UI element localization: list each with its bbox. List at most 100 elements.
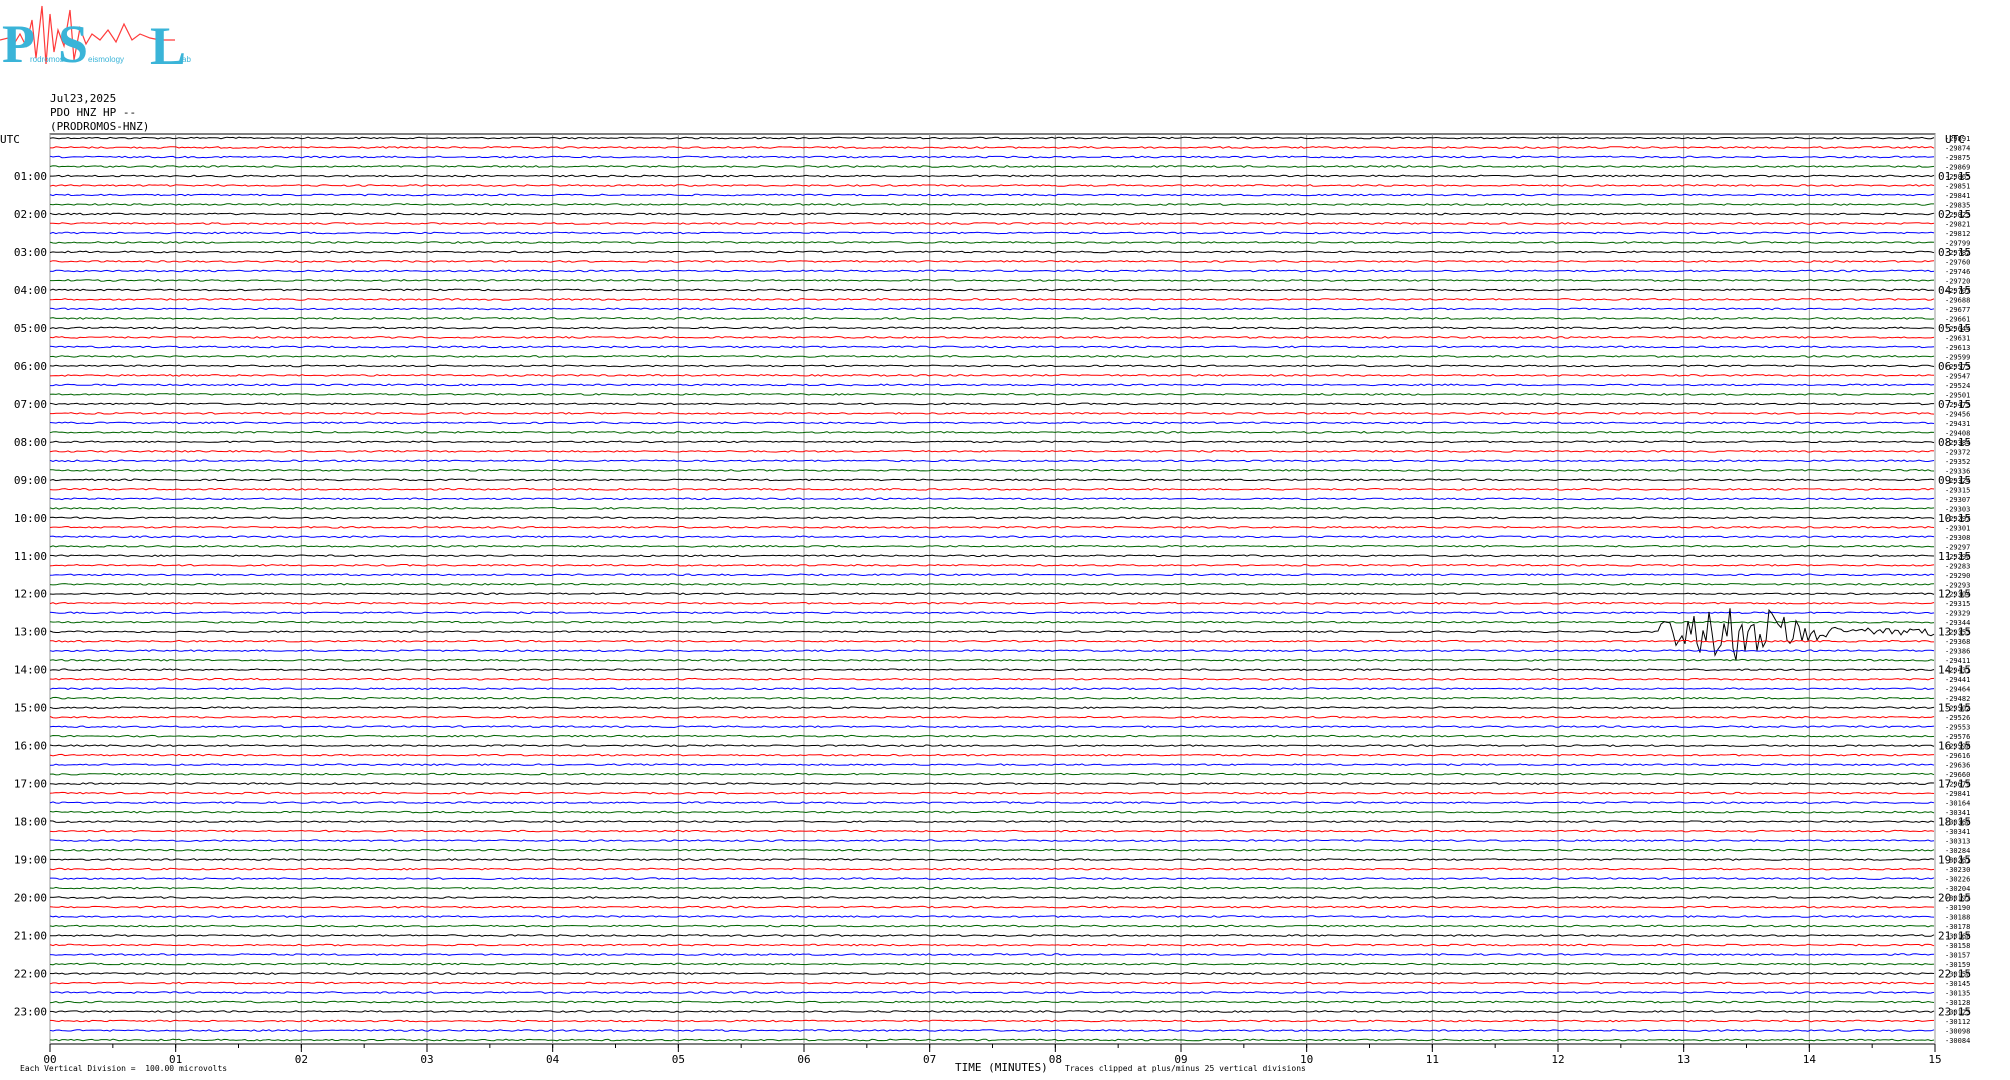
trace-line xyxy=(49,402,1934,406)
trace-line xyxy=(49,1029,1935,1032)
x-tick-label: 07 xyxy=(923,1053,936,1066)
right-hour-label: 10:15 xyxy=(1938,512,1971,525)
trace-line xyxy=(49,459,1935,463)
trace-offset-label: -30135 xyxy=(1945,990,1970,998)
x-tick-label: 12 xyxy=(1551,1053,1564,1066)
trace-offset-label: -30226 xyxy=(1945,876,1970,884)
left-hour-label: 13:00 xyxy=(14,626,47,639)
left-hour-label: 12:00 xyxy=(14,588,47,601)
trace-line xyxy=(49,136,1935,140)
trace-line xyxy=(49,991,1935,994)
trace-offset-label: -30341 xyxy=(1945,828,1970,836)
trace-offset-label: -30112 xyxy=(1945,1018,1970,1026)
x-tick-label: 13 xyxy=(1677,1053,1690,1066)
trace-offset-label: -29524 xyxy=(1945,382,1970,390)
right-hour-label: 09:15 xyxy=(1938,474,1971,487)
trace-offset-label: -29456 xyxy=(1945,410,1970,418)
trace-line xyxy=(49,1010,1935,1013)
trace-line xyxy=(50,279,1935,282)
trace-offset-label: -29352 xyxy=(1945,458,1970,466)
trace-offset-label: -29841 xyxy=(1945,192,1970,200)
helicorder-chart: 00 01 02 03 04 05 06 07 08 09 10 11 12 13 14 15-29891-2… xyxy=(0,133,1971,1066)
trace-line xyxy=(49,934,1935,937)
left-hour-label: 23:00 xyxy=(14,1006,47,1019)
trace-line xyxy=(49,601,1935,605)
trace-offset-label: -30145 xyxy=(1945,980,1970,988)
trace-line xyxy=(49,867,1935,871)
trace-offset-label: -30158 xyxy=(1945,942,1970,950)
x-tick-label: 08 xyxy=(1049,1053,1062,1066)
trace-line xyxy=(49,193,1935,197)
trace-line xyxy=(49,658,1935,662)
trace-line xyxy=(49,355,1935,358)
right-hour-label: 01:15 xyxy=(1938,170,1971,183)
trace-line xyxy=(50,411,1935,415)
left-hour-label: 01:00 xyxy=(14,170,47,183)
trace-line xyxy=(49,184,1935,187)
right-hour-label: 18:15 xyxy=(1938,816,1971,829)
trace-offset-label: -29307 xyxy=(1945,496,1970,504)
trace-line xyxy=(50,222,1935,225)
trace-line xyxy=(49,554,1935,558)
x-tick-label: 11 xyxy=(1426,1053,1439,1066)
trace-line xyxy=(49,972,1935,975)
trace-offset-label: -29368 xyxy=(1945,638,1970,646)
right-hour-label: 08:15 xyxy=(1938,436,1971,449)
right-hour-label: 17:15 xyxy=(1938,778,1971,791)
trace-line xyxy=(49,374,1935,377)
trace-line xyxy=(49,734,1935,738)
trace-line xyxy=(49,592,1935,596)
x-tick-label: 05 xyxy=(672,1053,685,1066)
trace-line xyxy=(50,383,1935,387)
left-utc-label: UTC xyxy=(0,133,20,146)
trace-line xyxy=(49,155,1935,159)
trace-offset-label: -29464 xyxy=(1945,686,1970,694)
x-axis-title: TIME (MINUTES) xyxy=(955,1061,1048,1074)
trace-offset-label: -29315 xyxy=(1945,486,1970,494)
right-hour-label: 16:15 xyxy=(1938,740,1971,753)
trace-offset-label: -29372 xyxy=(1945,448,1970,456)
right-hour-label: 02:15 xyxy=(1938,208,1971,221)
trace-line xyxy=(49,203,1934,206)
trace-line xyxy=(49,886,1935,890)
trace-line xyxy=(49,212,1935,216)
trace-line xyxy=(49,1019,1935,1023)
trace-line xyxy=(50,146,1935,149)
trace-line xyxy=(49,668,1935,672)
trace-line xyxy=(49,288,1935,292)
footer-clip-note: Traces clipped at plus/minus 25 vertical… xyxy=(1065,1064,1306,1073)
trace-line xyxy=(49,639,1934,643)
trace-line xyxy=(49,241,1935,244)
left-hour-label: 09:00 xyxy=(14,474,47,487)
right-hour-label: 15:15 xyxy=(1938,702,1971,715)
trace-offset-label: -29386 xyxy=(1945,648,1970,656)
left-hour-label: 16:00 xyxy=(14,740,47,753)
trace-line xyxy=(49,497,1935,501)
trace-line xyxy=(50,174,1935,178)
trace-offset-label: -29631 xyxy=(1945,334,1970,342)
trace-line xyxy=(49,298,1935,301)
trace-line xyxy=(49,440,1935,444)
trace-line xyxy=(49,544,1934,548)
x-tick-label: 06 xyxy=(797,1053,810,1066)
trace-line xyxy=(49,611,1935,615)
trace-line xyxy=(49,260,1935,263)
trace-line xyxy=(49,231,1935,235)
trace-offset-label: -30188 xyxy=(1945,914,1970,922)
trace-offset-label: -29841 xyxy=(1945,790,1970,798)
trace-line xyxy=(49,364,1935,368)
trace-line xyxy=(49,269,1935,273)
trace-line xyxy=(49,896,1935,899)
trace-line xyxy=(49,165,1935,168)
trace-offset-label: -29613 xyxy=(1945,344,1970,352)
trace-offset-label: -30313 xyxy=(1945,838,1970,846)
trace-line xyxy=(49,326,1935,330)
trace-offset-label: -29553 xyxy=(1945,724,1970,732)
trace-line xyxy=(49,1000,1935,1004)
trace-offset-label: -29290 xyxy=(1945,572,1970,580)
trace-line xyxy=(49,573,1935,577)
trace-offset-label: -29526 xyxy=(1945,714,1970,722)
left-hour-label: 08:00 xyxy=(14,436,47,449)
left-hour-label: 17:00 xyxy=(14,778,47,791)
trace-offset-label: -29301 xyxy=(1945,524,1970,532)
